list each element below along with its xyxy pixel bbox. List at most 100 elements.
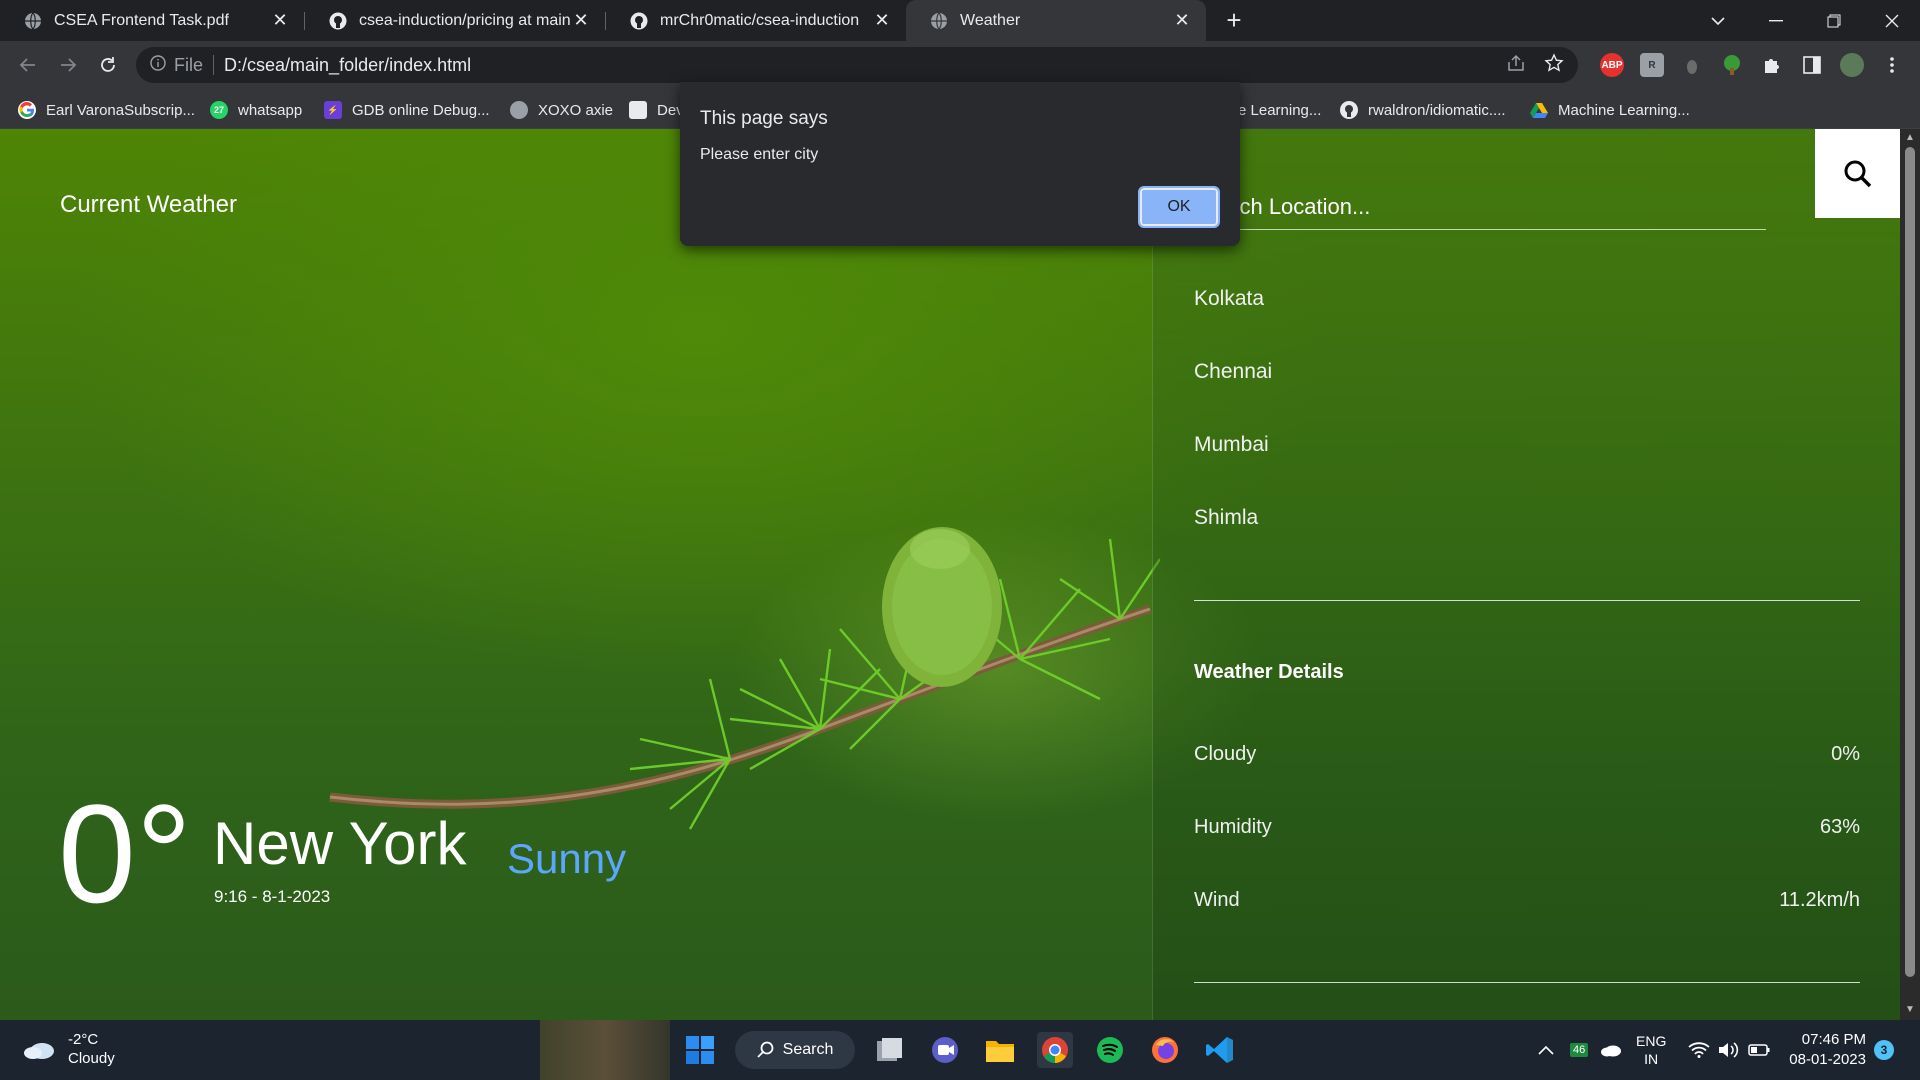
menu-kebab-icon[interactable] — [1880, 53, 1904, 77]
detail-label: Humidity — [1194, 816, 1272, 838]
spotify-icon[interactable] — [1092, 1032, 1128, 1068]
drive-icon — [1530, 101, 1548, 119]
bookmark-item[interactable]: Dev — [629, 99, 684, 121]
profile-avatar[interactable] — [1840, 53, 1864, 77]
bookmark-item[interactable]: Earl VaronaSubscrip... — [18, 99, 195, 121]
notification-badge[interactable]: 3 — [1874, 1040, 1894, 1060]
tab-title: csea-induction/pricing at main · r — [359, 11, 571, 29]
info-icon[interactable] — [150, 54, 166, 76]
bookmark-item[interactable]: rwaldron/idiomatic.... — [1340, 99, 1506, 121]
brand-title: Current Weather — [60, 191, 237, 218]
bookmark-item[interactable]: XOXO axie — [510, 99, 613, 121]
scroll-down-arrow-icon[interactable]: ▼ — [1904, 1004, 1916, 1016]
search-location-input[interactable] — [1193, 184, 1766, 230]
url-separator — [213, 55, 215, 75]
chrome-icon[interactable] — [1037, 1032, 1073, 1068]
reload-icon[interactable] — [92, 49, 124, 81]
weather-side-panel: Kolkata Chennai Mumbai Shimla Weather De… — [1152, 129, 1900, 1020]
share-icon[interactable] — [1506, 53, 1526, 78]
windows-start-icon[interactable] — [682, 1032, 718, 1068]
github-icon — [329, 12, 347, 30]
taskbar-search-label: Search — [782, 1041, 834, 1058]
taskbar-search-button[interactable]: Search — [735, 1031, 855, 1069]
location-item-kolkata[interactable]: Kolkata — [1194, 287, 1264, 311]
sidebar-icon[interactable] — [1800, 53, 1824, 77]
vscode-icon[interactable] — [1202, 1032, 1238, 1068]
bookmark-label: XOXO axie — [538, 101, 614, 119]
system-clock[interactable]: 07:46 PM 08-01-2023 — [1782, 1030, 1866, 1070]
star-icon[interactable] — [1544, 53, 1564, 78]
scrollbar-thumb[interactable] — [1905, 147, 1915, 977]
tab-pricing[interactable]: csea-induction/pricing at main · r ✕ — [305, 0, 605, 41]
extension-r-icon[interactable]: R — [1640, 53, 1664, 77]
new-tab-button[interactable]: + — [1220, 5, 1248, 35]
address-bar[interactable]: File D:/csea/main_folder/index.html — [136, 47, 1578, 83]
bookmark-item[interactable]: Machine Learning... — [1530, 99, 1690, 121]
divider — [1194, 600, 1860, 601]
firefox-icon[interactable] — [1147, 1032, 1183, 1068]
github-icon — [630, 12, 648, 30]
file-explorer-icon[interactable] — [982, 1032, 1018, 1068]
bookmark-item[interactable]: e Learning... — [1238, 99, 1321, 121]
lang-bottom: IN — [1644, 1051, 1659, 1067]
google-icon — [18, 101, 36, 119]
location-item-shimla[interactable]: Shimla — [1194, 506, 1258, 530]
cloud-icon — [24, 1043, 54, 1059]
temperature-value: 0° — [58, 775, 192, 932]
extension-gray-icon[interactable] — [1680, 53, 1704, 77]
search-button[interactable] — [1815, 129, 1900, 218]
ok-button[interactable]: OK — [1138, 186, 1220, 228]
detail-value: 0% — [1831, 743, 1860, 765]
tab-search-chevron-icon[interactable] — [1690, 0, 1746, 41]
tab-csea-induction[interactable]: mrChr0matic/csea-induction ✕ — [606, 0, 906, 41]
search-doc-icon — [629, 101, 647, 119]
task-view-icon[interactable] — [872, 1032, 908, 1068]
url-text[interactable]: D:/csea/main_folder/index.html — [224, 55, 471, 76]
restore-icon[interactable] — [1806, 0, 1862, 41]
back-arrow-icon[interactable] — [12, 49, 44, 81]
close-icon[interactable]: ✕ — [571, 10, 591, 31]
bookmark-item[interactable]: 27 whatsapp — [210, 99, 302, 121]
close-icon[interactable]: ✕ — [270, 10, 290, 31]
tab-title: Weather — [960, 11, 1021, 29]
tab-title: mrChr0matic/csea-induction — [660, 11, 860, 29]
whatsapp-icon: 27 — [210, 101, 228, 119]
onedrive-cloud-icon[interactable] — [1600, 1020, 1622, 1080]
forward-arrow-icon[interactable] — [52, 49, 84, 81]
volume-icon[interactable] — [1718, 1020, 1740, 1080]
bookmark-item[interactable]: ⚡ GDB online Debug... — [324, 99, 490, 121]
city-name: New York — [213, 810, 467, 877]
tray-app-badge[interactable]: 46 — [1570, 1020, 1589, 1080]
detail-row-cloudy: Cloudy 0% — [1194, 743, 1860, 766]
tray-overflow-chevron-icon[interactable] — [1538, 1020, 1554, 1080]
globe-icon — [24, 12, 42, 30]
close-icon[interactable]: ✕ — [1172, 10, 1192, 31]
scroll-up-arrow-icon[interactable]: ▲ — [1904, 132, 1916, 144]
minimize-icon[interactable] — [1748, 0, 1804, 41]
windows-taskbar: -2°C Cloudy Search 46 ENG IN 07:46 PM 08… — [0, 1020, 1920, 1080]
tab-strip: CSEA Frontend Task.pdf ✕ csea-induction/… — [0, 0, 1920, 41]
location-item-chennai[interactable]: Chennai — [1194, 360, 1272, 384]
close-icon[interactable]: ✕ — [872, 10, 892, 31]
lang-top: ENG — [1636, 1033, 1667, 1049]
alert-message: Please enter city — [700, 146, 819, 163]
bookmark-label: Earl VaronaSubscrip... — [46, 101, 195, 119]
battery-icon[interactable] — [1748, 1020, 1770, 1080]
page-scrollbar[interactable]: ▲ ▼ — [1900, 129, 1920, 1020]
language-indicator[interactable]: ENG IN — [1636, 1020, 1666, 1080]
adblock-icon[interactable]: ABP — [1600, 53, 1624, 77]
tab-csea-pdf[interactable]: CSEA Frontend Task.pdf ✕ — [0, 0, 304, 41]
tree-icon[interactable] — [1720, 53, 1744, 77]
tab-weather[interactable]: Weather ✕ — [906, 0, 1206, 41]
taskbar-widget-art — [540, 1020, 670, 1080]
puzzle-icon[interactable] — [1760, 53, 1784, 77]
close-window-icon[interactable] — [1864, 0, 1920, 41]
pine-branch-image — [329, 527, 1160, 830]
teams-icon[interactable] — [927, 1032, 963, 1068]
globe-icon — [510, 101, 528, 119]
location-item-mumbai[interactable]: Mumbai — [1194, 433, 1269, 457]
divider — [1194, 982, 1860, 983]
wifi-icon[interactable] — [1688, 1020, 1710, 1080]
taskbar-weather-widget[interactable]: -2°C Cloudy — [22, 1030, 115, 1068]
url-scheme: File — [174, 54, 204, 75]
